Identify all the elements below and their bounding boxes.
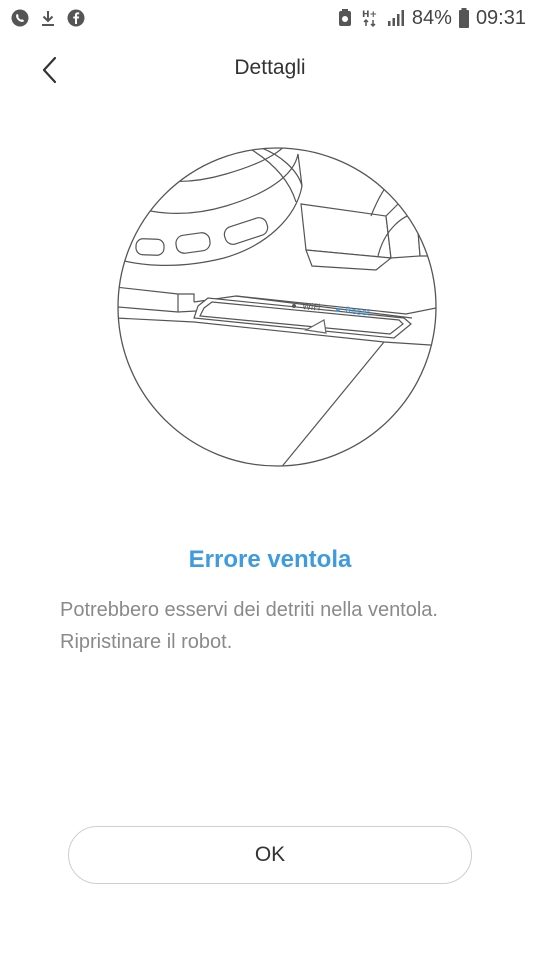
battery-icon <box>458 7 470 29</box>
hplus-network-icon: H+ <box>360 8 380 28</box>
robot-reset-illustration: WiFi Reset <box>116 146 438 468</box>
download-icon <box>38 8 58 28</box>
signal-icon <box>386 8 406 28</box>
status-left <box>10 8 86 28</box>
network-type: H+ <box>362 10 377 20</box>
error-description: Potrebbero esservi dei detriti nella ven… <box>60 599 438 653</box>
status-bar: H+ 84% 09:31 <box>0 0 540 36</box>
battery-percentage: 84% <box>411 6 452 29</box>
whatsapp-icon <box>10 8 30 28</box>
facebook-icon <box>66 8 86 28</box>
error-title: Errore ventola <box>188 546 352 573</box>
wifi-label: WiFi <box>302 302 321 314</box>
notification-icon <box>336 8 354 28</box>
status-time: 09:31 <box>475 6 526 29</box>
status-right: H+ 84% 09:31 <box>336 7 526 30</box>
ok-button[interactable]: OK <box>68 826 472 884</box>
header: Dettagli <box>0 36 540 102</box>
page-title: Dettagli <box>234 56 306 79</box>
